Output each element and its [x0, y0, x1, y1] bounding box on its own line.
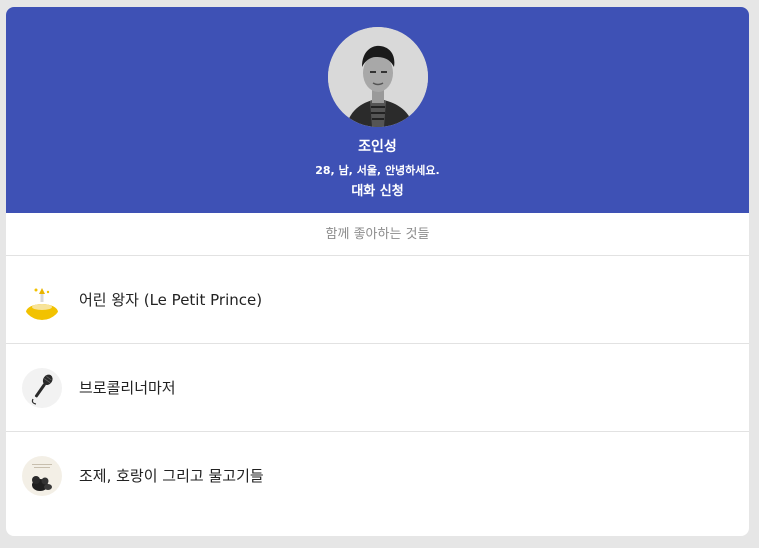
profile-info: 28, 남, 서울, 안녕하세요.: [315, 164, 440, 177]
profile-header: 조인성 28, 남, 서울, 안녕하세요. 대화 신청: [6, 7, 749, 213]
list-item-label: 브로콜리너마저: [79, 379, 176, 397]
common-likes-title: 함께 좋아하는 것들: [6, 213, 749, 256]
list-item[interactable]: 어린 왕자 (Le Petit Prince): [6, 256, 749, 344]
avatar[interactable]: [328, 27, 428, 127]
list-item[interactable]: 브로콜리너마저: [6, 344, 749, 432]
profile-card: 조인성 28, 남, 서울, 안녕하세요. 대화 신청 함께 좋아하는 것들 어…: [6, 7, 749, 536]
list-item[interactable]: 조제, 호랑이 그리고 물고기들: [6, 432, 749, 519]
microphone-icon: [22, 367, 62, 408]
book-cover-thumbnail: [22, 279, 62, 320]
movie-poster-thumbnail: [22, 455, 62, 496]
list-item-label: 조제, 호랑이 그리고 물고기들: [79, 467, 264, 485]
chat-request-button[interactable]: 대화 신청: [351, 183, 403, 201]
profile-name: 조인성: [358, 139, 397, 155]
list-item-label: 어린 왕자 (Le Petit Prince): [79, 291, 263, 309]
